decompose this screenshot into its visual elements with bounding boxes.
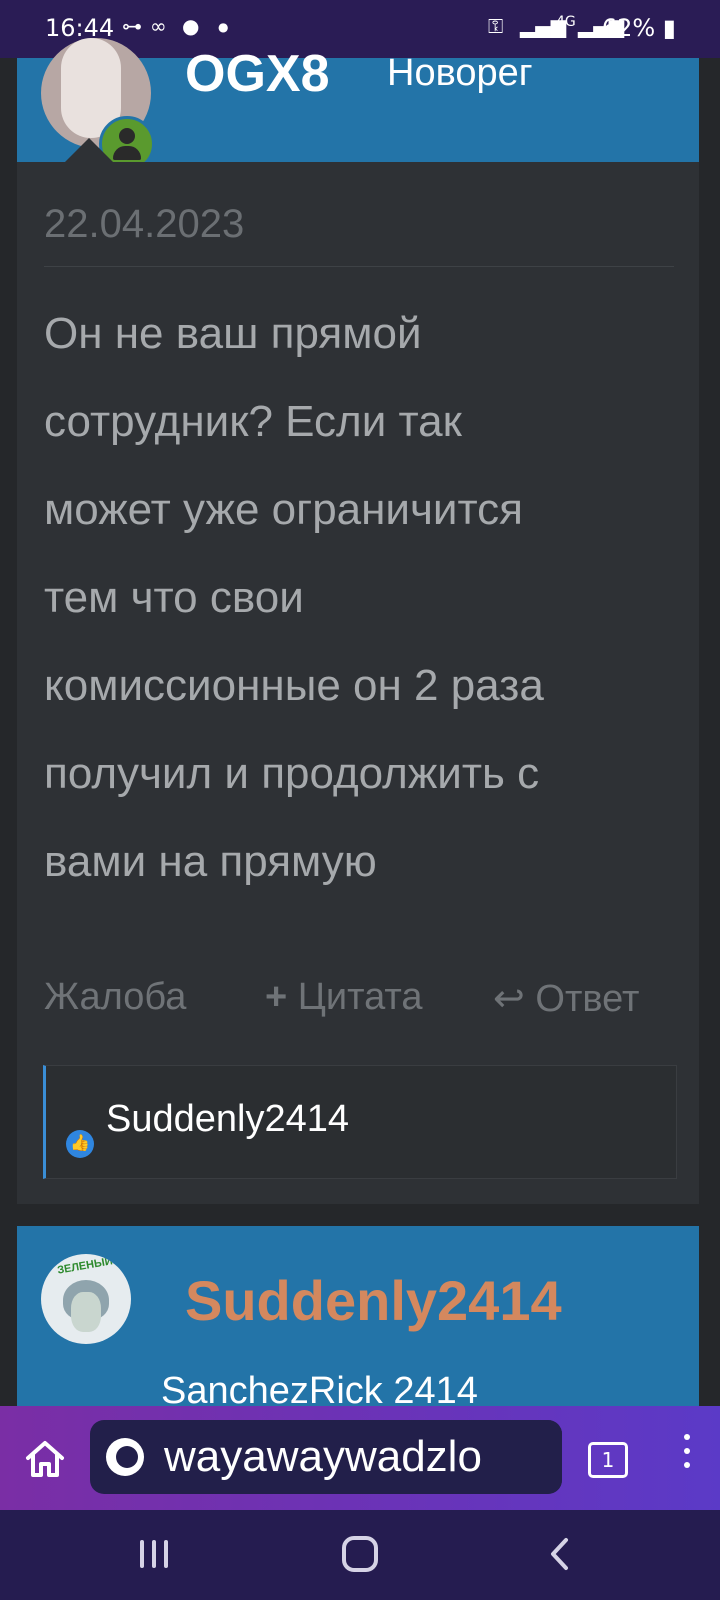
post2-username[interactable]: Suddenly2414 [185, 1268, 562, 1333]
message-line: тем что свои [44, 573, 304, 622]
post1-body: 22.04.2023 Он не ваш прямой сотрудник? Е… [17, 162, 699, 1204]
quote-button[interactable]: + Цитата [265, 976, 423, 1019]
browser-toolbar: wayawaywadzlo 1 [0, 1406, 720, 1510]
battery-level: 62% ▮ [601, 14, 676, 42]
vpn-icon: ∞ [150, 14, 167, 38]
message-line: Он не ваш прямой [44, 309, 422, 358]
tabs-button[interactable]: 1 [588, 1442, 628, 1478]
reply-button[interactable]: ↩ Ответ [493, 976, 639, 1021]
message-line: вами на прямую [44, 837, 377, 886]
vpn-key-icon: ⚿ [488, 14, 504, 38]
post1-header: OGX8 Новорег [17, 38, 699, 172]
message-line: получил и продолжить с [44, 749, 540, 798]
thumbs-up-icon: 👍 [66, 1130, 94, 1158]
home-icon[interactable] [22, 1436, 68, 1482]
more-menu-icon[interactable] [682, 1434, 692, 1484]
reply-icon: ↩ [493, 978, 525, 1020]
tor-onion-icon [106, 1438, 144, 1476]
post-message: Он не ваш прямой сотрудник? Если так мож… [44, 290, 684, 906]
message-line: может уже ограничится [44, 485, 523, 534]
likes-box: 👍 Suddenly2414 [43, 1065, 677, 1179]
url-text: wayawaywadzlo [164, 1432, 482, 1481]
dot-icon: ● [218, 20, 229, 34]
post2-header: ЗЕЛЕНЫЙ Suddenly2414 SanchezRick 2414 [17, 1226, 699, 1412]
post1-username[interactable]: OGX8 [185, 44, 330, 104]
notification-icon: ● [182, 14, 200, 38]
divider [44, 266, 674, 267]
url-bar[interactable]: wayawaywadzlo [90, 1420, 562, 1494]
header-pointer [65, 138, 113, 162]
reply-label: Ответ [535, 978, 640, 1020]
plus-icon: + [265, 976, 288, 1018]
likes-user-link[interactable]: Suddenly2414 [106, 1098, 349, 1141]
recents-icon[interactable] [140, 1540, 174, 1570]
post1-user-role: Новорег [387, 52, 533, 94]
network-4g-icon: 4G [556, 14, 576, 30]
avatar[interactable]: ЗЕЛЕНЫЙ [41, 1254, 131, 1344]
report-button[interactable]: Жалоба [44, 976, 186, 1019]
key-icon: ⊶ [122, 14, 142, 38]
message-line: комиссионные он 2 раза [44, 661, 544, 710]
quote-label: Цитата [297, 976, 423, 1018]
post-date[interactable]: 22.04.2023 [44, 202, 244, 247]
message-line: сотрудник? Если так [44, 397, 462, 446]
home-nav-icon[interactable] [342, 1536, 378, 1572]
system-nav-bar [0, 1510, 720, 1600]
back-icon[interactable] [548, 1536, 570, 1572]
avatar-logo: ЗЕЛЕНЫЙ [56, 1255, 114, 1277]
